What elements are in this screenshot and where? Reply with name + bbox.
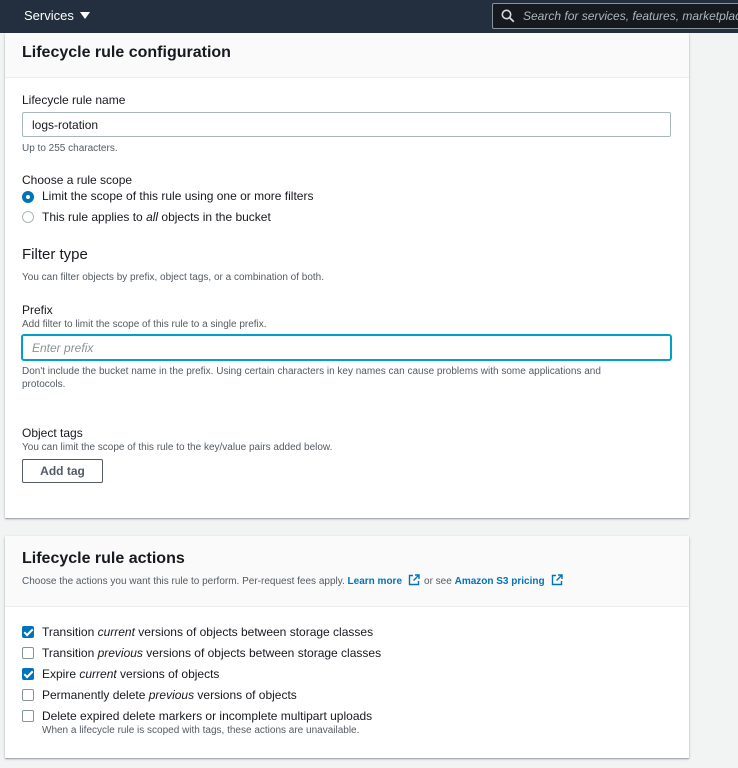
rule-name-input[interactable]: [22, 112, 671, 137]
scope-radio-all-objects[interactable]: [22, 211, 34, 223]
prefix-hint-line-2: protocols.: [22, 379, 66, 390]
top-navigation-bar: Services: [0, 0, 738, 33]
object-tags-label: Object tags: [22, 426, 83, 440]
action-transition-current-label[interactable]: Transition current versions of objects b…: [42, 625, 373, 639]
lifecycle-config-panel: Lifecycle rule configuration Lifecycle r…: [5, 33, 689, 518]
action-expire-current-label[interactable]: Expire current versions of objects: [42, 667, 219, 681]
external-link-icon: [408, 574, 420, 586]
scope-option-all-label[interactable]: This rule applies to all objects in the …: [42, 210, 271, 224]
checkbox-transition-previous[interactable]: [22, 647, 34, 659]
scope-label: Choose a rule scope: [22, 173, 133, 187]
action-delete-previous-label[interactable]: Permanently delete previous versions of …: [42, 688, 297, 702]
services-menu-button[interactable]: Services: [24, 8, 90, 23]
learn-more-link[interactable]: Learn more: [348, 574, 424, 587]
checkbox-delete-previous[interactable]: [22, 689, 34, 701]
rule-name-label: Lifecycle rule name: [22, 93, 126, 107]
services-label: Services: [24, 8, 74, 23]
prefix-description: Add filter to limit the scope of this ru…: [22, 319, 267, 330]
caret-down-icon: [79, 12, 90, 19]
s3-pricing-link[interactable]: Amazon S3 pricing: [455, 574, 567, 587]
checkbox-delete-markers[interactable]: [22, 710, 34, 722]
search-icon: [501, 9, 515, 23]
global-search-input[interactable]: [523, 9, 738, 23]
external-link-icon: [551, 574, 563, 586]
actions-description: Choose the actions you want this rule to…: [22, 574, 567, 587]
filter-type-description: You can filter objects by prefix, object…: [22, 272, 325, 283]
lifecycle-actions-panel: Lifecycle rule actions Choose the action…: [5, 536, 689, 758]
action-delete-markers-label[interactable]: Delete expired delete markers or incompl…: [42, 709, 372, 723]
prefix-hint-line-1: Don't include the bucket name in the pre…: [22, 366, 601, 377]
object-tags-description: You can limit the scope of this rule to …: [22, 442, 333, 453]
checkbox-transition-current[interactable]: [22, 626, 34, 638]
actions-panel-title: Lifecycle rule actions: [22, 550, 185, 567]
prefix-label: Prefix: [22, 303, 53, 317]
panel-title: Lifecycle rule configuration: [22, 44, 231, 61]
filter-type-heading: Filter type: [22, 246, 88, 263]
global-search-box[interactable]: [492, 3, 738, 29]
action-transition-previous-label[interactable]: Transition previous versions of objects …: [42, 646, 381, 660]
checkbox-expire-current[interactable]: [22, 668, 34, 680]
scope-option-filters-label[interactable]: Limit the scope of this rule using one o…: [42, 189, 313, 203]
scope-radio-filters[interactable]: [22, 191, 34, 203]
add-tag-button[interactable]: Add tag: [22, 459, 103, 483]
prefix-input[interactable]: [22, 335, 671, 360]
rule-name-hint: Up to 255 characters.: [22, 143, 118, 154]
actions-panel-header: Lifecycle rule actions Choose the action…: [5, 536, 689, 607]
actions-note: When a lifecycle rule is scoped with tag…: [42, 725, 360, 736]
panel-header: Lifecycle rule configuration: [5, 33, 689, 78]
